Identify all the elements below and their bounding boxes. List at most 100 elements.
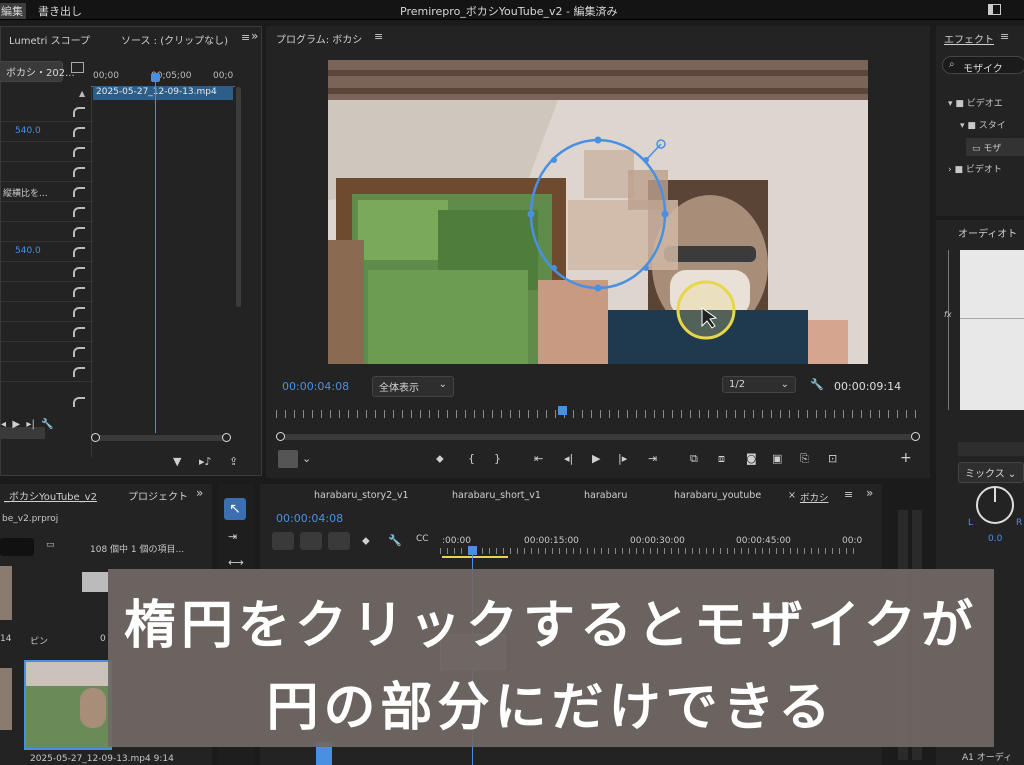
close-tab-icon[interactable]: × <box>788 490 796 501</box>
proxy-icon[interactable]: ⎘ <box>800 452 809 466</box>
ec-playhead-handle[interactable] <box>151 73 160 82</box>
param-value-1[interactable]: 540.0 <box>15 126 41 136</box>
reset-icon[interactable] <box>73 307 85 317</box>
panel-menu-icon[interactable]: ≡ <box>844 488 853 501</box>
settings-wrench-icon[interactable]: 🔧 <box>810 378 824 391</box>
thumb-2[interactable] <box>0 668 12 730</box>
tab-sequence-bokashi[interactable]: ボカシ <box>800 490 829 504</box>
effects-search-input[interactable]: ⌕ モザイク <box>942 56 1024 75</box>
ec-transport[interactable]: ◂ ▶ ▸| 🔧 <box>1 419 54 430</box>
menu-edit[interactable]: 編集 <box>0 3 26 19</box>
add-marker-icon[interactable]: ⬥ <box>362 534 370 548</box>
ec-playhead[interactable] <box>155 73 156 433</box>
go-to-out-icon[interactable]: ⇥ <box>648 452 657 465</box>
reset-icon[interactable] <box>73 287 85 297</box>
panel-menu-icon[interactable]: ≡ <box>241 31 250 44</box>
tab-sequence-1[interactable]: harabaru_story2_v1 <box>314 490 409 501</box>
play-only-audio-icon[interactable]: ▸♪ <box>199 455 212 468</box>
audio-scroll[interactable] <box>958 442 1024 456</box>
mark-out-icon[interactable]: } <box>494 452 501 465</box>
ec-vertical-scrollbar[interactable] <box>236 87 241 307</box>
clip-thumbnail[interactable] <box>24 660 112 750</box>
tab-project-bokashi[interactable]: _ボカシYouTube_v2 <box>4 488 97 503</box>
reset-icon[interactable] <box>73 227 85 237</box>
compare-icon[interactable]: ▣ <box>772 452 782 465</box>
tab-sequence-3[interactable]: harabaru <box>584 490 627 501</box>
selection-tool-icon[interactable]: ↖ <box>224 498 246 520</box>
filter-icon[interactable]: ▼ <box>173 455 181 468</box>
param-value-3[interactable]: 540.0 <box>15 246 41 256</box>
reset-icon[interactable] <box>73 367 85 377</box>
reset-icon[interactable] <box>73 267 85 277</box>
program-title[interactable]: プログラム: ボカシ <box>276 31 362 46</box>
timeline-settings-icon[interactable]: 🔧 <box>388 534 402 547</box>
step-forward-icon[interactable]: |▸ <box>618 452 627 465</box>
reset-icon[interactable] <box>73 347 85 357</box>
nest-toggle-icon[interactable] <box>272 532 294 550</box>
linked-select-icon[interactable] <box>328 532 350 550</box>
lift-icon[interactable]: ⧉ <box>690 452 698 466</box>
clip-select[interactable]: ボカシ・202... <box>0 61 75 82</box>
effects-title[interactable]: エフェクト <box>944 31 994 46</box>
program-zoom-bar[interactable] <box>276 432 920 441</box>
panel-menu-icon[interactable]: ≡ <box>374 30 383 43</box>
new-bin-icon[interactable]: ▭ <box>46 540 55 550</box>
window-layout-icon[interactable] <box>988 4 1001 15</box>
tree-item-mosaic[interactable]: ▭ モザ <box>966 138 1024 156</box>
comparison-view-button[interactable] <box>278 450 298 468</box>
timeline-timecode[interactable]: 00:00:04:08 <box>276 512 343 525</box>
menu-export[interactable]: 書き出し <box>38 3 82 19</box>
mix-select[interactable]: ミックス ⌄ <box>958 462 1024 483</box>
audio-title[interactable]: オーディオト <box>958 225 1017 240</box>
tab-sequence-4[interactable]: harabaru_youtube <box>674 490 761 501</box>
tree-item-video-effects[interactable]: ▾ ■ ビデオエ <box>948 96 1003 109</box>
reset-icon[interactable] <box>73 187 85 197</box>
tab-project[interactable]: プロジェクト <box>128 488 188 503</box>
reset-icon[interactable] <box>73 327 85 337</box>
program-timecode[interactable]: 00:00:04:08 <box>282 380 349 393</box>
thumb-1[interactable] <box>0 566 12 620</box>
audio-track-display[interactable] <box>960 250 1024 410</box>
ec-zoom-bar[interactable] <box>91 433 231 442</box>
tab-sequence-2[interactable]: harabaru_short_v1 <box>452 490 541 501</box>
track-select-tool-icon[interactable]: ⇥ <box>228 530 237 543</box>
reset-icon[interactable] <box>73 167 85 177</box>
reset-icon[interactable] <box>73 207 85 217</box>
pan-value[interactable]: 0.0 <box>988 534 1002 544</box>
resolution-select[interactable]: 1/2 ⌄ <box>722 376 796 393</box>
ec-clip-bar[interactable]: 2025-05-27_12-09-13.mp4 <box>93 86 233 100</box>
ripple-tool-icon[interactable]: ⟷ <box>228 556 244 569</box>
work-area-bar[interactable] <box>442 556 508 558</box>
tab-lumetri-scopes[interactable]: Lumetri スコープ <box>9 32 90 47</box>
reset-icon[interactable] <box>73 147 85 157</box>
program-video-frame[interactable] <box>328 60 868 364</box>
go-to-in-icon[interactable]: ⇤ <box>534 452 543 465</box>
reset-icon[interactable] <box>73 247 85 257</box>
program-playhead[interactable] <box>558 406 567 415</box>
pan-knob[interactable] <box>976 486 1014 524</box>
panel-layout-icon[interactable] <box>71 62 84 73</box>
tree-item-stylize[interactable]: ▾ ■ スタイ <box>960 118 1006 131</box>
mark-in-icon[interactable]: { <box>468 452 475 465</box>
expand-panels-icon[interactable]: » <box>866 486 873 500</box>
captions-icon[interactable]: CC <box>416 534 429 544</box>
expand-panels-icon[interactable]: » <box>196 486 203 500</box>
panel-menu-icon[interactable]: ≡ <box>1000 30 1009 43</box>
bin-icon[interactable] <box>82 572 108 592</box>
camera-icon[interactable]: ◙ <box>746 452 757 465</box>
fit-select[interactable]: 全体表示 ⌄ <box>372 376 454 397</box>
expand-panels-icon[interactable]: » <box>251 29 258 43</box>
extract-icon[interactable]: ⧈ <box>718 452 725 466</box>
settings-dropdown-icon[interactable]: ⌄ <box>302 452 311 465</box>
marker-icon[interactable]: ⬥ <box>436 452 444 466</box>
reset-icon[interactable] <box>73 107 85 117</box>
tree-item-video-transitions[interactable]: › ■ ビデオト <box>948 162 1002 175</box>
vr-icon[interactable]: ⊡ <box>828 452 837 465</box>
reset-icon[interactable] <box>73 397 85 407</box>
tab-source[interactable]: ソース : (クリップなし) <box>121 32 228 47</box>
collapse-arrow-icon[interactable]: ▲ <box>79 89 85 98</box>
program-ruler[interactable] <box>276 410 920 418</box>
timeline-ruler[interactable] <box>440 548 860 554</box>
snap-icon[interactable] <box>300 532 322 550</box>
project-search-input[interactable] <box>0 538 34 556</box>
